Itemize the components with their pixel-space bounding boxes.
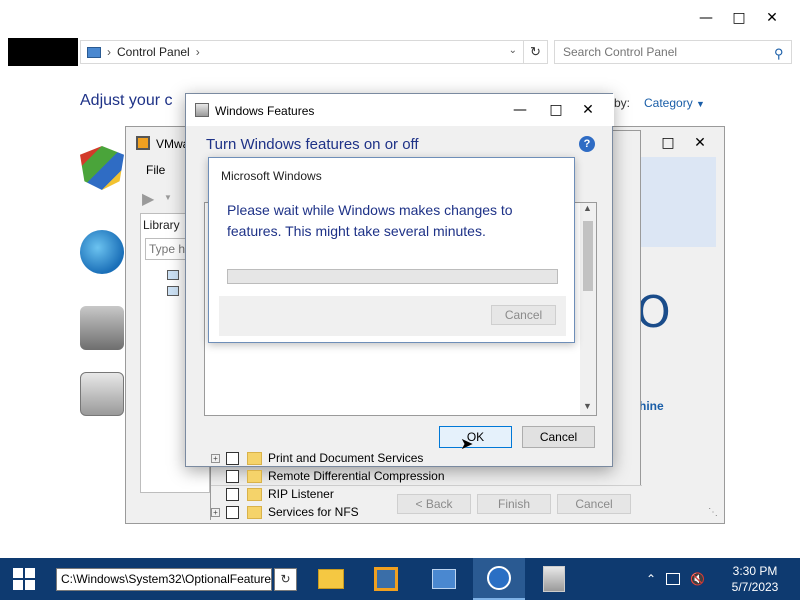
windows-features-icon (195, 103, 209, 117)
windows-logo-icon (13, 568, 35, 590)
vmware-close-button[interactable]: ✕ (688, 131, 712, 155)
search-input[interactable] (554, 40, 792, 64)
feature-label: Print and Document Services (268, 451, 424, 465)
feature-label: Remote Differential Compression (268, 469, 445, 483)
breadcrumb-chevron-icon[interactable]: › (196, 45, 200, 59)
play-icon[interactable]: ▶ (142, 189, 154, 209)
play-dropdown-icon[interactable]: ▼ (164, 193, 172, 202)
vmware-app-icon (136, 136, 150, 150)
windows-features-titlebar: Windows Features — □ ✕ (186, 94, 614, 126)
network-icon[interactable] (167, 286, 179, 296)
folder-icon (247, 451, 262, 465)
wf-cancel-button[interactable]: Cancel (522, 426, 595, 448)
ok-button[interactable]: OK (439, 426, 512, 448)
system-tray: ⌃ 🔇 (646, 558, 705, 600)
minimize-button[interactable]: — (694, 6, 718, 30)
address-dropdown-icon[interactable]: ⌄ (509, 45, 517, 56)
scroll-down-icon[interactable]: ▼ (583, 401, 592, 411)
run-go-button[interactable]: ↻ (274, 568, 297, 591)
create-machine-link[interactable]: hine (639, 399, 664, 413)
wf-minimize-button[interactable]: — (508, 98, 532, 122)
view-by-value: Category (644, 96, 693, 110)
progress-dialog-title: Microsoft Windows (221, 169, 322, 183)
vmware-logo-text: O (636, 287, 671, 338)
control-panel-taskbar-icon[interactable] (418, 558, 470, 600)
feature-checkbox[interactable] (226, 469, 239, 483)
view-by-label: by: (614, 96, 631, 110)
folder-icon (247, 487, 262, 501)
breadcrumb-control-panel[interactable]: Control Panel (117, 45, 190, 59)
volume-muted-icon[interactable]: 🔇 (690, 572, 705, 586)
features-scrollbar[interactable]: ▲ ▼ (580, 203, 596, 415)
tools-taskbar-icon[interactable] (473, 558, 525, 600)
feature-row[interactable]: RIP Listener (205, 485, 575, 503)
progress-dialog: Microsoft Windows Please wait while Wind… (208, 157, 575, 343)
help-icon[interactable]: ? (579, 136, 595, 152)
windows-features-title: Windows Features (215, 104, 315, 118)
mouse-cursor-icon: ➤ (460, 436, 474, 453)
address-bar: › Control Panel › ⌄ ↻ ⚲ (8, 38, 792, 70)
page-heading: Adjust your c (80, 92, 173, 109)
chevron-down-icon: ▼ (696, 99, 705, 109)
vmware-taskbar-icon[interactable] (360, 558, 412, 600)
windows-features-taskbar-icon[interactable] (528, 558, 580, 600)
feature-label: Services for NFS (268, 505, 359, 519)
vmware-maximize-button[interactable]: □ (656, 131, 680, 155)
address-field[interactable]: › Control Panel › ⌄ (80, 40, 524, 64)
clock[interactable]: 3:30 PM 5/7/2023 (722, 563, 788, 595)
control-panel-icon (87, 46, 101, 58)
tray-chevron-up-icon[interactable]: ⌃ (646, 572, 656, 586)
folder-icon (247, 469, 262, 483)
system-security-icon[interactable] (80, 146, 124, 190)
run-path-field[interactable]: C:\Windows\System32\OptionalFeatures.exe (56, 568, 272, 591)
feature-checkbox[interactable] (226, 487, 239, 501)
feature-checkbox[interactable] (226, 451, 239, 465)
progress-bar (227, 269, 558, 284)
folder-icon (247, 505, 262, 519)
wf-maximize-button[interactable]: □ (544, 98, 568, 122)
clock-date: 5/7/2023 (731, 580, 779, 594)
refresh-button[interactable]: ↻ (524, 40, 548, 64)
redacted-nav-buttons (8, 38, 78, 66)
feature-row[interactable]: Remote Differential Compression (205, 467, 575, 485)
file-explorer-icon[interactable] (305, 558, 357, 600)
expand-icon[interactable]: + (211, 507, 220, 517)
scroll-thumb[interactable] (583, 221, 593, 291)
feature-label: RIP Listener (268, 487, 334, 501)
maximize-button[interactable]: □ (727, 6, 751, 30)
resize-grip-icon[interactable]: ⋱ (708, 507, 718, 518)
expand-icon[interactable]: + (211, 453, 220, 463)
menu-file[interactable]: File (146, 163, 165, 177)
breadcrumb-separator-icon: › (107, 45, 111, 59)
library-label: Library (143, 218, 180, 232)
feature-checkbox[interactable] (226, 505, 239, 519)
search-icon[interactable]: ⚲ (774, 46, 784, 62)
view-by-dropdown[interactable]: Category ▼ (644, 96, 705, 110)
clock-time: 3:30 PM (732, 564, 778, 578)
programs-icon[interactable] (80, 372, 124, 416)
wf-close-button[interactable]: ✕ (576, 98, 600, 122)
network-tray-icon[interactable] (666, 573, 681, 585)
feature-row[interactable]: + Print and Document Services (205, 449, 575, 467)
progress-cancel-button[interactable]: Cancel (491, 305, 556, 325)
windows-features-heading: Turn Windows features on or off (206, 136, 419, 153)
hardware-sound-icon[interactable] (80, 306, 124, 350)
taskbar: C:\Windows\System32\OptionalFeatures.exe… (0, 558, 800, 600)
feature-row[interactable]: + Services for NFS (205, 503, 575, 521)
scroll-up-icon[interactable]: ▲ (583, 203, 592, 213)
progress-dialog-footer: Cancel (219, 296, 566, 336)
start-button[interactable] (0, 558, 48, 600)
progress-message: Please wait while Windows makes changes … (227, 202, 513, 239)
network-internet-icon[interactable] (80, 230, 124, 274)
close-button[interactable]: ✕ (760, 6, 784, 30)
computer-icon[interactable] (167, 270, 179, 280)
